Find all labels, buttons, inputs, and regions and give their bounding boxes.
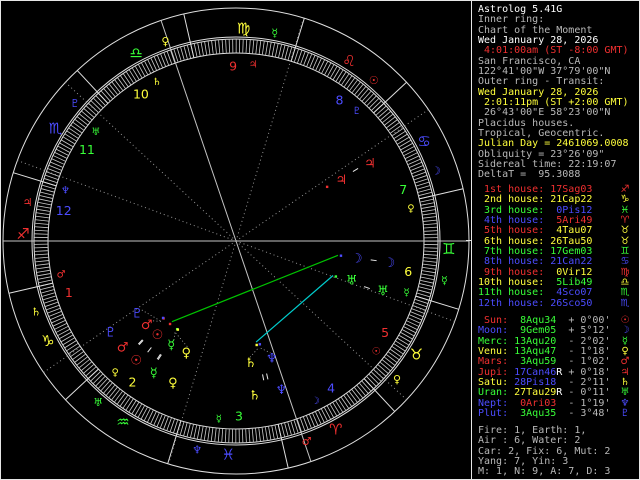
planet-position-dot — [168, 322, 172, 326]
planet-position-dot — [176, 328, 180, 331]
transit-merc-icon: ☿ — [150, 366, 158, 381]
house-ruler-icon: ♀ — [111, 367, 118, 378]
house-ruler-icon: ♀ — [407, 204, 414, 215]
house-ruler-icon: ☽ — [311, 396, 320, 407]
sign-ruler-icon: ♆ — [192, 443, 202, 456]
house-ruler-icon: ♄ — [152, 77, 161, 88]
sign-aries-icon: ♈ — [329, 421, 342, 439]
sign-capricorn-icon: ♑ — [41, 332, 54, 350]
delta-t-text: DeltaT = 95.3088 — [478, 169, 581, 181]
transit-plut-icon: ♇ — [105, 326, 117, 341]
planet-position-dot — [255, 343, 258, 347]
sign-pisces-icon: ♓ — [222, 445, 235, 463]
sign-ruler-icon: ☿ — [271, 27, 278, 40]
chart-wheel: ♈♂♉♀♊☿♋☽♌☉♍ ☿♎♀♏♇♐♃♑♄♒♅♓♆1♂2♀3☿4☽5☉6☿7♀8♇… — [1, 1, 471, 479]
house-sign-icon: ♏ — [620, 297, 630, 309]
planet-position-dot — [258, 343, 262, 346]
sign-aquarius-icon: ♒ — [116, 413, 129, 431]
house-list: 1st house: 17Sag03 ♐ 2nd house: 21Cap22 ♑ … — [478, 184, 639, 309]
transit-satu-icon: ♄ — [249, 389, 261, 404]
chart-info: Astrolog 5.41G Inner ring: Chart of the Mo… — [478, 4, 639, 181]
planet-position-dot — [339, 254, 343, 257]
sign-ruler-icon: ♇ — [70, 97, 80, 110]
natal-uran-icon: ♅ — [346, 273, 358, 288]
planet-position-dot — [334, 275, 338, 278]
planet-label: Plut: — [478, 407, 515, 419]
house-ruler-icon: ♅ — [91, 127, 100, 138]
sign-libra-icon: ♎ — [129, 44, 142, 62]
sign-scorpio-icon: ♏ — [49, 119, 63, 137]
natal-merc-icon: ☿ — [167, 338, 175, 353]
delta-t: DeltaT = 95.3088 — [478, 169, 639, 181]
house-number-6: 6 — [404, 264, 412, 279]
house-value: 26Sco50 — [550, 297, 593, 309]
house-ruler-icon: ☉ — [372, 346, 381, 357]
natal-moon-icon: ☽ — [351, 252, 363, 267]
planet-position-dot — [161, 316, 165, 320]
house-ruler-icon: ♆ — [61, 186, 70, 197]
natal-sun-icon: ☉ — [152, 328, 164, 343]
house-ruler-icon: ☿ — [404, 287, 410, 298]
sign-ruler-icon: ♀ — [393, 373, 401, 386]
planet-row: Plut: 3Aqu35 - 3°48' ♇ — [478, 407, 639, 419]
element-stats: Fire: 1, Earth: 1, Air : 6, Water: 2 Car: … — [478, 425, 639, 478]
planet-position: 3Aqu35 — [514, 407, 557, 419]
house-number-5: 5 — [381, 325, 389, 340]
house-number-12: 12 — [56, 203, 72, 218]
house-label: 12th house: — [478, 297, 551, 309]
separator-tick — [466, 240, 471, 241]
transit-sun-icon: ☉ — [130, 353, 142, 368]
stats-row: M: 1, N: 9, A: 7, D: 3 — [478, 466, 639, 478]
sign-leo-icon: ♌ — [342, 52, 355, 70]
house-number-3: 3 — [235, 408, 243, 423]
sign-ruler-icon: ♄ — [31, 306, 41, 319]
house-number-1: 1 — [65, 285, 73, 300]
planet-icon: ♇ — [620, 407, 630, 419]
sign-sagittarius-icon: ♐ — [16, 225, 29, 243]
transit-uran-icon: ♅ — [377, 284, 389, 299]
sign-ruler-icon: ♃ — [23, 196, 33, 209]
sign-taurus-icon: ♉ — [410, 345, 423, 363]
sign-ruler-icon: ☿ — [441, 274, 448, 287]
sign-virgo-icon: ♍ — [237, 20, 250, 38]
natal-plut-icon: ♇ — [131, 306, 143, 321]
house-number-11: 11 — [79, 142, 95, 157]
natal-jupi-icon: ♃ — [336, 173, 348, 188]
house-number-8: 8 — [336, 92, 344, 107]
house-row: 12th house: 26Sco50 ♏ — [478, 297, 639, 309]
natal-satu-icon: ♄ — [245, 356, 257, 371]
sign-cancer-icon: ♋ — [417, 133, 430, 151]
sign-ruler-icon: ♂ — [302, 435, 312, 448]
house-number-10: 10 — [133, 87, 149, 102]
house-ruler-icon: ☿ — [216, 414, 222, 425]
house-ruler-icon: ♂ — [57, 270, 66, 281]
house-number-7: 7 — [399, 182, 407, 197]
natal-nept-icon: ♆ — [266, 351, 278, 366]
sign-ruler-icon: ♅ — [93, 396, 103, 409]
house-ruler-icon: ♇ — [352, 106, 361, 117]
sign-ruler-icon: ☽ — [431, 164, 441, 177]
info-panel: Astrolog 5.41G Inner ring: Chart of the Mo… — [472, 1, 639, 479]
transit-jupi-icon: ♃ — [364, 157, 376, 172]
house-ruler-icon: ♃ — [249, 59, 258, 70]
planet-velocity: - 3°48' — [562, 407, 611, 419]
transit-venu-icon: ♀ — [168, 376, 178, 391]
sign-ruler-icon: ♀ — [161, 35, 169, 48]
sign-gemini-icon: ♊ — [442, 240, 455, 258]
transit-moon-icon: ☽ — [384, 256, 396, 271]
planet-list: Sun: 8Aqu34 + 0°00' ☉ Moon: 9Gem05 + 5°12'… — [478, 315, 639, 419]
natal-venu-icon: ♀ — [182, 346, 192, 361]
sign-ruler-icon: ☉ — [369, 74, 379, 87]
stats-text: M: 1, N: 9, A: 7, D: 3 — [478, 466, 611, 478]
house-number-4: 4 — [327, 380, 335, 395]
planet-position-dot — [325, 185, 329, 189]
transit-mars-icon: ♂ — [117, 340, 129, 355]
house-number-2: 2 — [129, 375, 137, 390]
transit-nept-icon: ♆ — [276, 383, 288, 398]
astrolog-screen: ♈ ♂ ♉ ♀ ♊ ☿ ♋ ☽ ♌ ☉ ♍ ☿ ♎ ♀ ♏ ♇ ♐ ♃ ♑ ♄ ♒ ♅ ♓ ♆ 1 ♂ 2 ♀ 3 ☿ 4 ☽ 5 ☉ 6 ☿ 7 ♀ 8 ♇… — [0, 0, 640, 480]
house-number-9: 9 — [229, 59, 237, 74]
